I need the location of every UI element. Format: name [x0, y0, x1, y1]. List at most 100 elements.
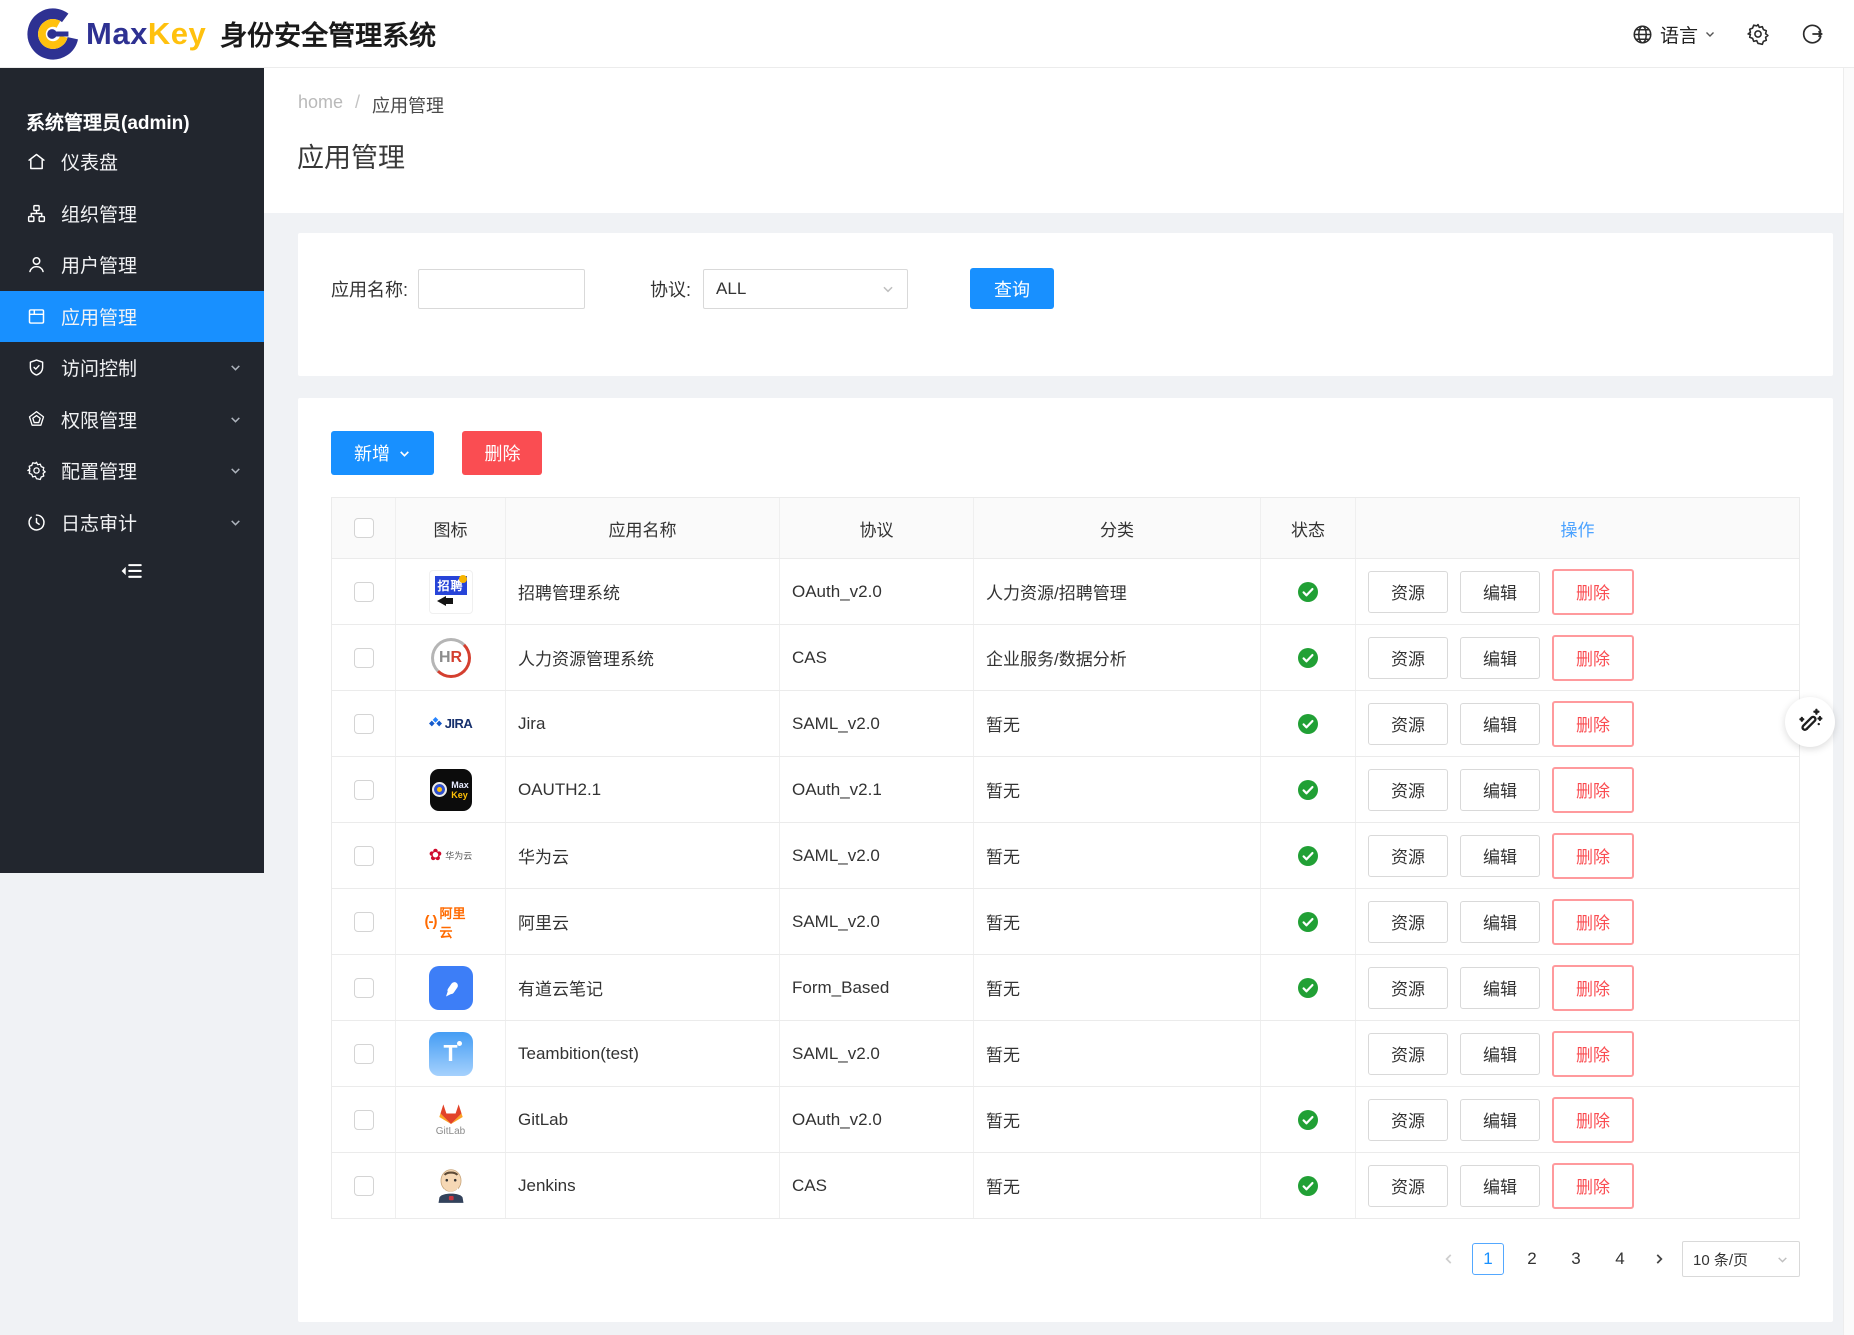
delete-button[interactable]: 删除 — [1552, 965, 1634, 1011]
page-button-1[interactable]: 1 — [1472, 1243, 1504, 1275]
delete-button[interactable]: 删除 — [1552, 1031, 1634, 1077]
app-window-icon — [25, 305, 47, 327]
delete-selected-button[interactable]: 删除 — [462, 431, 542, 475]
delete-button[interactable]: 删除 — [1552, 1163, 1634, 1209]
theme-settings-button[interactable] — [1785, 697, 1835, 747]
row-checkbox[interactable] — [354, 1044, 374, 1064]
page-button-2[interactable]: 2 — [1516, 1243, 1548, 1275]
chevron-down-icon — [398, 447, 411, 460]
delete-button[interactable]: 删除 — [1552, 833, 1634, 879]
edit-button[interactable]: 编辑 — [1460, 835, 1540, 877]
edit-button[interactable]: 编辑 — [1460, 1099, 1540, 1141]
sidebar-item-org-chart[interactable]: 组织管理 — [0, 188, 264, 240]
user-icon — [25, 254, 47, 276]
resource-button[interactable]: 资源 — [1368, 571, 1448, 613]
table-row: T Teambition(test) SAML_v2.0 暂无 资源 编辑 删除 — [332, 1021, 1799, 1087]
sidebar-item-dashboard-home[interactable]: 仪表盘 — [0, 136, 264, 188]
row-checkbox[interactable] — [354, 978, 374, 998]
status-enabled-icon — [1297, 1109, 1319, 1131]
app-name: Jenkins — [518, 1176, 576, 1196]
edit-button[interactable]: 编辑 — [1460, 637, 1540, 679]
app-name: 阿里云 — [518, 909, 569, 934]
resource-button[interactable]: 资源 — [1368, 1165, 1448, 1207]
app-category: 人力资源/招聘管理 — [986, 579, 1127, 604]
row-checkbox[interactable] — [354, 1110, 374, 1130]
pagination: 1234 10 条/页 — [331, 1241, 1800, 1277]
row-checkbox[interactable] — [354, 714, 374, 734]
table-row: JIRA Jira SAML_v2.0 暂无 资源 编辑 删除 — [332, 691, 1799, 757]
scrollbar-track[interactable] — [1843, 68, 1854, 1335]
resource-button[interactable]: 资源 — [1368, 703, 1448, 745]
delete-button[interactable]: 删除 — [1552, 899, 1634, 945]
page-button-3[interactable]: 3 — [1560, 1243, 1592, 1275]
delete-button[interactable]: 删除 — [1552, 767, 1634, 813]
row-checkbox[interactable] — [354, 912, 374, 932]
edit-button[interactable]: 编辑 — [1460, 901, 1540, 943]
sidebar-collapse-button[interactable] — [0, 558, 264, 589]
delete-button[interactable]: 删除 — [1552, 1097, 1634, 1143]
add-button[interactable]: 新增 — [331, 431, 434, 475]
page-size-select[interactable]: 10 条/页 — [1682, 1241, 1800, 1277]
app-protocol: SAML_v2.0 — [792, 1044, 880, 1064]
resource-button[interactable]: 资源 — [1368, 901, 1448, 943]
next-page-button[interactable] — [1648, 1252, 1670, 1266]
app-protocol: CAS — [792, 1176, 827, 1196]
resource-button[interactable]: 资源 — [1368, 1099, 1448, 1141]
app-protocol: OAuth_v2.0 — [792, 1110, 882, 1130]
edit-button[interactable]: 编辑 — [1460, 1165, 1540, 1207]
edit-button[interactable]: 编辑 — [1460, 1033, 1540, 1075]
maxkey-logo-icon — [26, 7, 80, 61]
filter-card: 应用名称: 协议: ALL 查询 — [298, 233, 1833, 376]
delete-button[interactable]: 删除 — [1552, 635, 1634, 681]
sidebar-item-label: 组织管理 — [61, 200, 137, 227]
delete-button[interactable]: 删除 — [1552, 569, 1634, 615]
page-size-value: 10 条/页 — [1693, 1249, 1748, 1270]
sidebar-item-audit-clock[interactable]: 日志审计 — [0, 497, 264, 549]
protocol-select-value: ALL — [716, 279, 746, 299]
sidebar-item-permission-gem[interactable]: 权限管理 — [0, 394, 264, 446]
breadcrumb-home[interactable]: home — [298, 92, 343, 118]
logout-icon[interactable] — [1800, 22, 1824, 46]
app-protocol: SAML_v2.0 — [792, 912, 880, 932]
sidebar-item-label: 配置管理 — [61, 457, 137, 484]
app-protocol: CAS — [792, 648, 827, 668]
resource-button[interactable]: 资源 — [1368, 1033, 1448, 1075]
app-name-input[interactable] — [418, 269, 585, 309]
resource-button[interactable]: 资源 — [1368, 967, 1448, 1009]
edit-button[interactable]: 编辑 — [1460, 703, 1540, 745]
edit-button[interactable]: 编辑 — [1460, 769, 1540, 811]
resource-button[interactable]: 资源 — [1368, 637, 1448, 679]
app-protocol: SAML_v2.0 — [792, 714, 880, 734]
applications-table: 图标 应用名称 协议 分类 状态 操作 招聘 招聘管理系统 OAuth_v2.0… — [331, 497, 1800, 1219]
protocol-select[interactable]: ALL — [703, 269, 908, 309]
dashboard-home-icon — [25, 151, 47, 173]
prev-page-button[interactable] — [1438, 1252, 1460, 1266]
edit-button[interactable]: 编辑 — [1460, 571, 1540, 613]
header-icon: 图标 — [396, 498, 506, 558]
app-category: 企业服务/数据分析 — [986, 645, 1127, 670]
chevron-left-icon — [1442, 1252, 1456, 1266]
add-button-label: 新增 — [354, 440, 390, 466]
delete-button[interactable]: 删除 — [1552, 701, 1634, 747]
edit-button[interactable]: 编辑 — [1460, 967, 1540, 1009]
header-protocol: 协议 — [780, 498, 974, 558]
table-row: 招聘 招聘管理系统 OAuth_v2.0 人力资源/招聘管理 资源 编辑 删除 — [332, 559, 1799, 625]
settings-gear-button[interactable] — [1746, 22, 1770, 46]
row-checkbox[interactable] — [354, 780, 374, 800]
language-switcher[interactable]: 语言 — [1631, 21, 1716, 48]
resource-button[interactable]: 资源 — [1368, 835, 1448, 877]
resource-button[interactable]: 资源 — [1368, 769, 1448, 811]
select-all-checkbox[interactable] — [354, 518, 374, 538]
status-enabled-icon — [1297, 845, 1319, 867]
sidebar-item-app-window[interactable]: 应用管理 — [0, 291, 264, 343]
sidebar-item-shield-check[interactable]: 访问控制 — [0, 342, 264, 394]
row-checkbox[interactable] — [354, 648, 374, 668]
maxkey-logo: MaxKey 身份安全管理系统 — [26, 7, 436, 61]
sidebar-item-settings-gear[interactable]: 配置管理 — [0, 445, 264, 497]
row-checkbox[interactable] — [354, 846, 374, 866]
sidebar-item-user[interactable]: 用户管理 — [0, 239, 264, 291]
row-checkbox[interactable] — [354, 582, 374, 602]
row-checkbox[interactable] — [354, 1176, 374, 1196]
page-button-4[interactable]: 4 — [1604, 1243, 1636, 1275]
search-button[interactable]: 查询 — [970, 268, 1054, 309]
